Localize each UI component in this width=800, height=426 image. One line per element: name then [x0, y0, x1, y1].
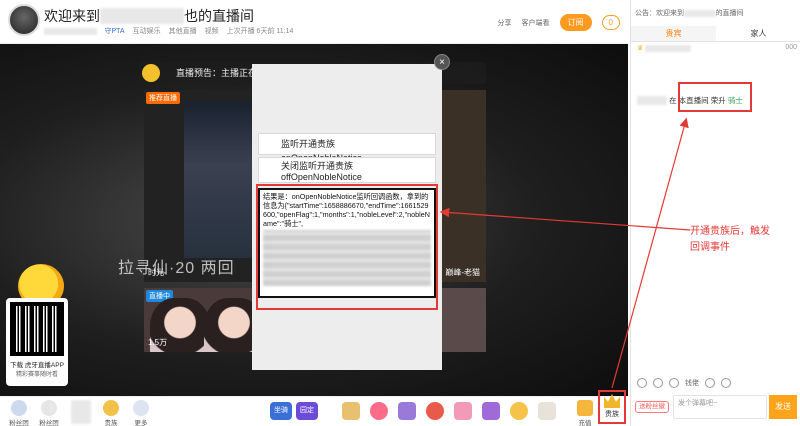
noble-icon [103, 400, 119, 416]
gift-wand[interactable] [398, 402, 416, 420]
live-room-page: 欢迎来到xxxxxxxxxxxx也的直播间 xxxxxxxxxxxxxxx 守P… [0, 0, 800, 426]
tab-family[interactable]: 家人 [716, 26, 800, 41]
noble-entry-button[interactable]: 贵族 [98, 400, 124, 426]
subscribe-button[interactable]: 订阅 [559, 14, 592, 31]
header-actions: 分享 客户端看 订阅 0 [498, 14, 620, 31]
recharge-button[interactable]: 充值 [572, 400, 598, 426]
close-icon[interactable]: × [434, 54, 450, 70]
gift-cake[interactable] [342, 402, 360, 420]
gift-gem[interactable] [482, 402, 500, 420]
qr-caption: 下载 虎牙直播APP [10, 362, 64, 369]
blurred-streamer: xxxxxxxxxxxxxxx [44, 27, 97, 35]
room-header: 欢迎来到xxxxxxxxxxxx也的直播间 xxxxxxxxxxxxxxx 守P… [0, 0, 628, 44]
category-link[interactable]: 互动娱乐 [133, 26, 161, 36]
share-button[interactable]: 分享 [498, 18, 512, 28]
app-download-card[interactable]: 下载 虎牙直播APP 精彩赛事随时看 [6, 298, 68, 386]
chat-tools: 钱佬 [637, 378, 731, 388]
qr-code [10, 302, 64, 356]
bottom-toolbar: 粉丝团 粉丝团 贵族 更多 坐骑 园定 充值 [0, 396, 628, 426]
live-tile-right[interactable] [436, 288, 486, 352]
settings-icon[interactable] [705, 378, 715, 388]
chat-panel: 公告：欢迎来到xxxxxxxxx的直播间 贵宾 家人 ♛ xxxxxxxxxxx… [630, 0, 800, 426]
viewer-count: 1.5万 [148, 338, 168, 347]
gift-star[interactable] [510, 402, 528, 420]
room-meta: xxxxxxxxxxxxxxx 守PTA 互动娱乐 其他直播 视频 上次开播 6… [44, 26, 293, 36]
mascot-icon [142, 64, 160, 82]
send-button[interactable]: 发送 [769, 395, 797, 419]
gift-box[interactable] [454, 402, 472, 420]
annotation-text: 开通贵族后，触发回调事件 [690, 226, 770, 253]
pta-tag[interactable]: 守PTA [105, 26, 125, 36]
recharge-icon [577, 400, 593, 416]
subscribe-count: 0 [601, 15, 620, 30]
live-tile-left[interactable]: 直播中 1.5万 [144, 288, 256, 352]
fans-club-icon [41, 400, 57, 416]
qr-subcaption: 精彩赛事随时看 [15, 372, 58, 378]
streamer-avatar[interactable] [8, 4, 40, 36]
gift-mount[interactable]: 坐骑 [270, 402, 292, 420]
panel-tabs: 贵宾 家人 [631, 26, 800, 42]
annotation-box-noble [598, 390, 626, 424]
eye-icon[interactable] [669, 378, 679, 388]
blurred-name: xxxxxxxxxxxx [100, 8, 184, 24]
fan-badge[interactable]: 送粉丝徽 [635, 401, 669, 413]
game-thumbnail [184, 102, 256, 258]
chat-input-row: 送粉丝徽 发个弹幕吧~ 发送 [635, 394, 799, 420]
sub-category-link[interactable]: 其他直播 [169, 26, 197, 36]
fans-group-icon [11, 400, 27, 416]
fans-group-button[interactable]: 粉丝团 [6, 400, 32, 426]
client-watch-button[interactable]: 客户端看 [522, 18, 550, 28]
more-icon [133, 400, 149, 416]
room-title: 欢迎来到xxxxxxxxxxxx也的直播间 [44, 8, 254, 24]
recommend-badge: 推荐直播 [146, 92, 180, 104]
vip-rank-row: ♛ xxxxxxxxxxxxx 000 [637, 44, 797, 52]
close-noble-listen-button[interactable]: 关闭监听开通贵族 offOpenNobleNotice [258, 157, 436, 183]
open-noble-listen-button[interactable]: 监听开通贵族onOpenNobleNotice [258, 133, 436, 163]
tab-vip[interactable]: 贵宾 [631, 26, 716, 41]
tool-label[interactable]: 钱佬 [685, 378, 699, 388]
tile-caption-right: 巅峰-老猫 [445, 268, 480, 277]
clear-icon[interactable] [721, 378, 731, 388]
video-link[interactable]: 视频 [205, 26, 219, 36]
blurred-item[interactable] [70, 400, 92, 426]
more-button[interactable]: 更多 [128, 400, 154, 426]
fans-club-button[interactable]: 粉丝团 [36, 400, 62, 426]
annotation-box-chat [678, 82, 752, 112]
annotation-box-result [256, 184, 438, 310]
gift-yuanding[interactable]: 园定 [296, 402, 318, 420]
crown-icon: ♛ [637, 45, 644, 52]
gift-heart[interactable] [370, 402, 388, 420]
chat-input[interactable]: 发个弹幕吧~ [673, 395, 767, 419]
recommend-tile-right[interactable]: 巅峰-老猫 [436, 90, 486, 282]
overlay-caption: 拉寻仙·20 两回 [118, 260, 235, 277]
gift-castle[interactable] [538, 402, 556, 420]
last-live-time: 上次开播 6天前 11:14 [226, 28, 294, 35]
smile-icon[interactable] [653, 378, 663, 388]
emoji-icon[interactable] [637, 378, 647, 388]
announcement: 公告：欢迎来到xxxxxxxxx的直播间 [635, 10, 744, 17]
gift-flower[interactable] [426, 402, 444, 420]
streamer-thumb-2 [204, 298, 256, 352]
